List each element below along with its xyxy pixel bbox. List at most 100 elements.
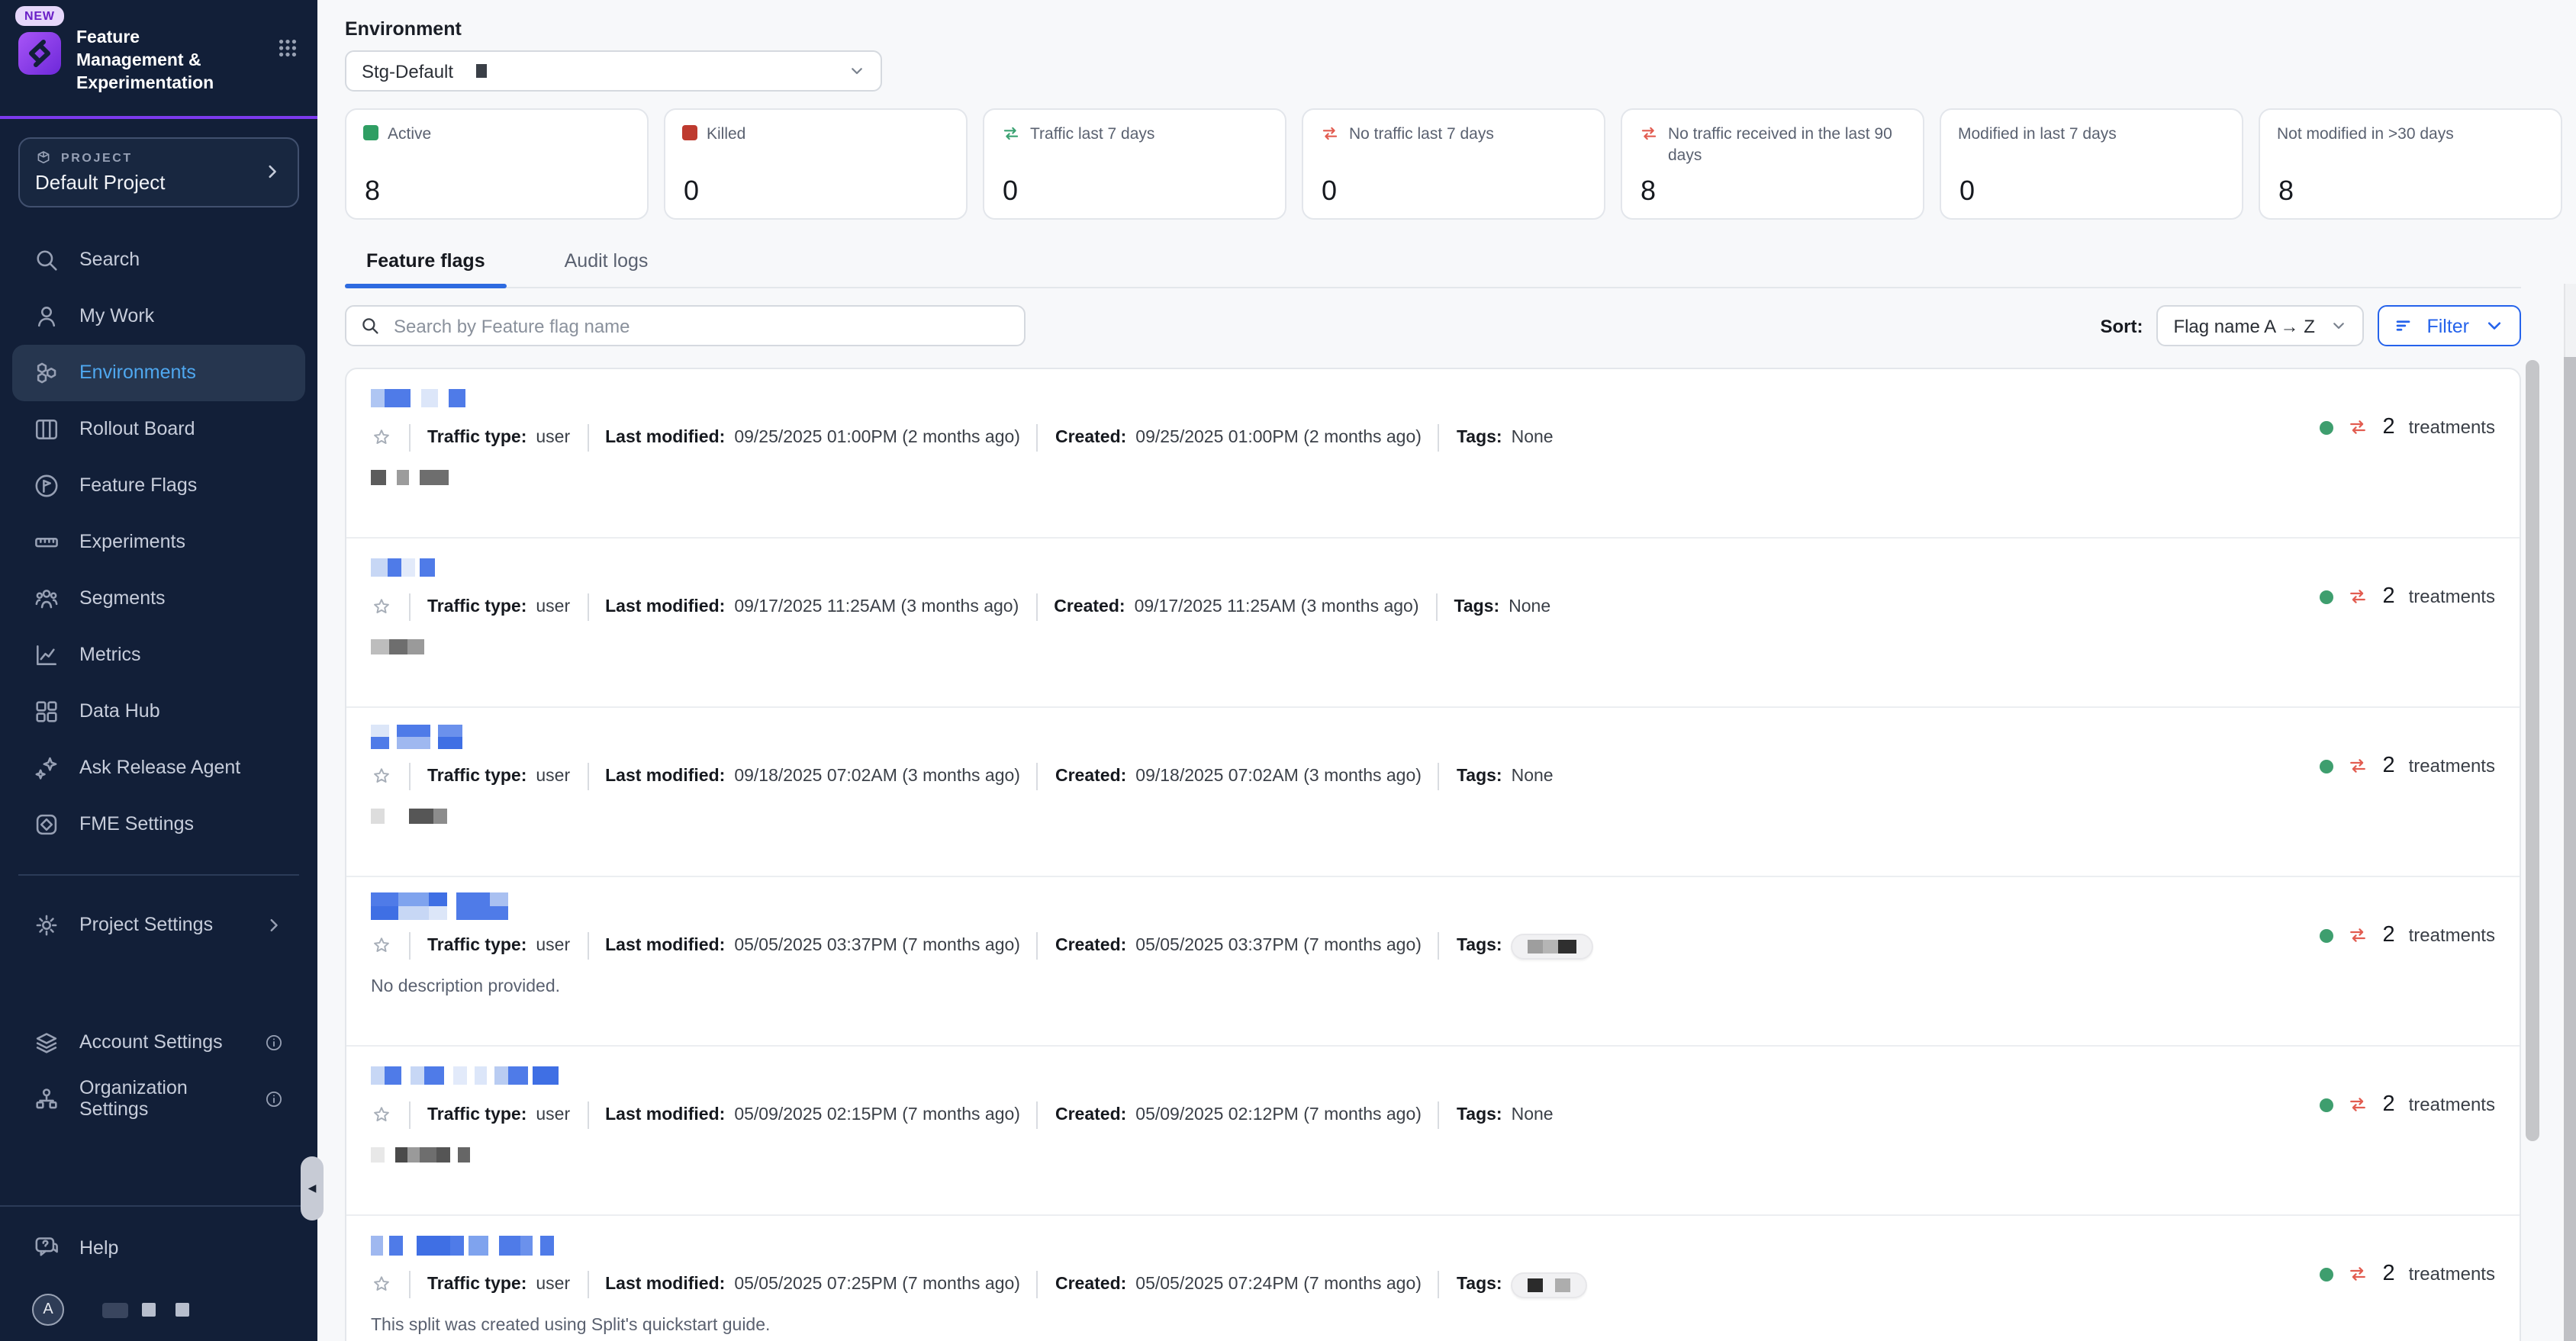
description-redacted — [371, 809, 447, 824]
sidebar-item-my-work[interactable]: My Work — [12, 288, 305, 344]
sidebar-item-search[interactable]: Search — [12, 231, 305, 288]
sidebar-item-account-settings[interactable]: Account Settings — [12, 1014, 305, 1070]
sidebar-item-feature-flags[interactable]: Feature Flags — [12, 457, 305, 513]
treatments-cluster: 2treatments — [2320, 1262, 2495, 1286]
fme-icon — [34, 811, 60, 837]
sidebar-item-help[interactable]: Help — [12, 1219, 305, 1275]
tags-label: Tags: — [1454, 598, 1500, 616]
sidebar-item-segments[interactable]: Segments — [12, 570, 305, 626]
redacted-block — [436, 1147, 450, 1163]
sidebar-item-organization-settings[interactable]: Organization Settings — [12, 1070, 305, 1127]
tab-feature-flags[interactable]: Feature flags — [345, 244, 507, 287]
info-icon — [264, 1089, 284, 1108]
user-name-redacted — [102, 1302, 128, 1317]
stat-card-label-row: No traffic last 7 days — [1320, 124, 1587, 145]
treatments-cluster: 2treatments — [2320, 1092, 2495, 1117]
feature-flag-row[interactable]: Traffic type:userLast modified:09/25/202… — [346, 369, 2520, 539]
redacted-tag-pill[interactable] — [1512, 1272, 1588, 1298]
environment-select[interactable]: Stg-Default — [345, 50, 882, 92]
flag-name-redacted[interactable] — [371, 892, 508, 920]
gear-icon — [34, 912, 60, 937]
tab-audit-logs[interactable]: Audit logs — [543, 244, 670, 287]
created-label: Created: — [1055, 767, 1126, 786]
favorite-star-icon[interactable] — [371, 935, 392, 957]
flag-name-redacted[interactable] — [371, 389, 465, 407]
flag-description-text: This split was created using Split's qui… — [371, 1317, 770, 1335]
meta-separator — [1037, 1101, 1038, 1129]
sidebar-item-environments[interactable]: Environments — [12, 344, 305, 400]
filter-button[interactable]: Filter — [2378, 305, 2521, 346]
feature-flag-row[interactable]: Traffic type:userLast modified:05/05/202… — [346, 877, 2520, 1047]
treatments-cluster: 2treatments — [2320, 584, 2495, 609]
last-modified: Last modified:05/09/2025 02:15PM (7 mont… — [605, 1106, 1020, 1124]
last-modified-label: Last modified: — [605, 767, 725, 786]
tag-redacted-blocks — [1528, 1278, 1571, 1291]
sidebar-item-experiments[interactable]: Experiments — [12, 513, 305, 570]
flag-name-redacted[interactable] — [371, 725, 462, 749]
sidebar-item-fme-settings[interactable]: FME Settings — [12, 796, 305, 852]
window-scrollbar-thumb[interactable] — [2564, 357, 2576, 1341]
stat-card-value: 0 — [1322, 175, 1337, 207]
search-input[interactable] — [391, 314, 1010, 338]
stat-card-label-row: No traffic received in the last 90 days — [1639, 124, 1906, 167]
sidebar-item-ask-release-agent[interactable]: Ask Release Agent — [12, 739, 305, 796]
created: Created:09/17/2025 11:25AM (3 months ago… — [1054, 598, 1418, 616]
flag-name-redacted[interactable] — [371, 1235, 554, 1255]
traffic-arrows-icon — [1320, 124, 1340, 143]
meta-separator — [587, 1101, 588, 1129]
search-icon — [360, 316, 380, 336]
status-dot — [2320, 928, 2333, 942]
sidebar-item-metrics[interactable]: Metrics — [12, 626, 305, 683]
sidebar-item-label: Search — [79, 249, 140, 270]
sidebar-item-rollout-board[interactable]: Rollout Board — [12, 400, 305, 457]
feature-flag-row[interactable]: Traffic type:userLast modified:05/05/202… — [346, 1216, 2520, 1341]
flag-name-line — [371, 384, 2495, 412]
created-value: 05/09/2025 02:12PM (7 months ago) — [1135, 1106, 1422, 1124]
tags-label: Tags: — [1457, 767, 1502, 786]
favorite-star-icon[interactable] — [371, 766, 392, 787]
redacted-block — [398, 892, 429, 920]
user-avatar[interactable]: A — [32, 1294, 64, 1326]
redacted-block — [388, 558, 401, 577]
sidebar-item-label: Ask Release Agent — [79, 757, 240, 778]
flag-meta-row: Traffic type:userLast modified:05/09/202… — [371, 1098, 2495, 1132]
sidebar-divider — [18, 873, 299, 875]
favorite-star-icon[interactable] — [371, 1105, 392, 1126]
redacted-block — [508, 1066, 528, 1085]
list-scrollbar-thumb[interactable] — [2526, 360, 2539, 1141]
redacted-block — [458, 1147, 470, 1163]
meta-separator — [1037, 1271, 1038, 1298]
redacted-tag-pill[interactable] — [1512, 933, 1594, 959]
flag-meta-row: Traffic type:userLast modified:05/05/202… — [371, 1268, 2495, 1301]
sidebar-collapse-handle[interactable]: ◀ — [301, 1156, 324, 1220]
last-modified-label: Last modified: — [605, 1275, 725, 1294]
feature-flag-row[interactable]: Traffic type:userLast modified:09/17/202… — [346, 539, 2520, 708]
treatments-cluster: 2treatments — [2320, 923, 2495, 947]
flag-search[interactable] — [345, 305, 1026, 346]
sort-label: Sort: — [2100, 315, 2143, 336]
flag-description-text: No description provided. — [371, 978, 560, 996]
flag-name-redacted[interactable] — [371, 1066, 559, 1085]
app-launcher-icon[interactable] — [276, 37, 299, 59]
ruler-icon — [34, 529, 60, 555]
redacted-block — [540, 1235, 554, 1255]
help-chat-icon — [34, 1234, 60, 1260]
project-switcher[interactable]: PROJECT Default Project — [18, 137, 299, 207]
feature-flag-row[interactable]: Traffic type:userLast modified:05/09/202… — [346, 1047, 2520, 1216]
sidebar-item-project-settings[interactable]: Project Settings — [12, 896, 305, 953]
status-dot — [2320, 759, 2333, 773]
window-scrollbar-track[interactable] — [2564, 284, 2576, 1341]
created-label: Created: — [1055, 1106, 1126, 1124]
favorite-star-icon[interactable] — [371, 427, 392, 449]
favorite-star-icon[interactable] — [371, 1274, 392, 1295]
sidebar-item-data-hub[interactable]: Data Hub — [12, 683, 305, 739]
traffic-split-icon — [2347, 1263, 2368, 1285]
flag-name-redacted[interactable] — [371, 558, 435, 577]
feature-flag-row[interactable]: Traffic type:userLast modified:09/18/202… — [346, 708, 2520, 877]
created-label: Created: — [1055, 1275, 1126, 1294]
favorite-star-icon[interactable] — [371, 597, 392, 618]
flag-name-line — [371, 1231, 2495, 1259]
sort-select[interactable]: Flag name A → Z — [2156, 305, 2364, 346]
treatments-label: treatments — [2409, 755, 2495, 777]
flag-meta-row: Traffic type:userLast modified:09/17/202… — [371, 590, 2495, 624]
